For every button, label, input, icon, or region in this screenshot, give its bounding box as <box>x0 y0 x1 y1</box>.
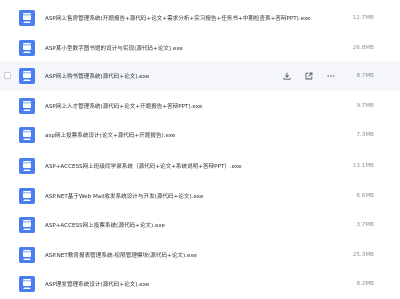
file-list: ASP网上售房管理系统(开题报告+源代码+论文+需求分析+实习报告+任务书+中期… <box>0 0 400 299</box>
windows-installer-file-icon <box>19 158 35 174</box>
windows-installer-file-icon <box>19 127 35 143</box>
share-icon[interactable] <box>305 72 313 80</box>
windows-installer-file-icon <box>19 247 35 263</box>
file-name: ASP网上售房管理系统(开题报告+源代码+论文+需求分析+实习报告+任务书+中期… <box>45 16 311 22</box>
file-size: 9.7MB <box>356 103 374 109</box>
list-item[interactable]: ASP网上购书管理系统(源代码+论文).exe 8.7MB <box>0 61 400 91</box>
file-name: ASP理发管理系统设计(源代码+论文).exe <box>45 282 150 288</box>
windows-installer-file-icon <box>19 217 35 233</box>
file-name: ASP网上购书管理系统(源代码+论文).exe <box>45 74 150 80</box>
file-name: ASP.NET教育报表管理系统-权限管理模块(源代码+论文).exe <box>45 253 197 259</box>
file-size: 3.7MB <box>356 222 374 228</box>
file-size: 25.3MB <box>352 252 374 258</box>
file-size: 8.7MB <box>356 73 374 79</box>
file-size: 6.6MB <box>356 193 374 199</box>
list-item[interactable]: ASP.NET教育报表管理系统-权限管理模块(源代码+论文).exe 25.3M… <box>0 240 400 270</box>
file-name: ASP网上人才管理系统(源代码+论文+开题报告+答辩PPT).exe <box>45 104 203 110</box>
row-actions <box>283 72 335 80</box>
windows-installer-file-icon <box>19 10 35 26</box>
windows-installer-file-icon <box>19 98 35 114</box>
file-size: 12.7MB <box>352 15 374 21</box>
list-item[interactable]: ASP网上人才管理系统(源代码+论文+开题报告+答辩PPT).exe 9.7MB <box>0 91 400 121</box>
list-item[interactable]: ASP网上售房管理系统(开题报告+源代码+论文+需求分析+实习报告+任务书+中期… <box>0 3 400 33</box>
list-item[interactable]: ASP+ACCESS网上班级同学录系统（源代码+论文+系统说明+答辩PPT）.e… <box>0 151 400 181</box>
list-item[interactable]: ASP+ACCESS网上投票系统(源代码+论文).exe 3.7MB <box>0 210 400 240</box>
file-name: ASP.NET基于Web Mail收发系统设计与开发(源代码+论文).exe <box>45 194 204 200</box>
row-checkbox[interactable] <box>4 72 11 79</box>
windows-installer-file-icon <box>19 68 35 84</box>
file-size: 26.8MB <box>352 45 374 51</box>
file-name: ASP某小型数字图书馆的设计与实现(源代码+论文).exe <box>45 46 183 52</box>
file-name: ASP+ACCESS网上投票系统(源代码+论文).exe <box>45 223 165 229</box>
file-size: 13.1MB <box>352 163 374 169</box>
more-icon[interactable] <box>327 72 335 80</box>
file-size: 8.2MB <box>356 281 374 287</box>
download-icon[interactable] <box>283 72 291 80</box>
list-item[interactable]: ASP.NET基于Web Mail收发系统设计与开发(源代码+论文).exe 6… <box>0 181 400 211</box>
list-item[interactable]: ASP理发管理系统设计(源代码+论文).exe 8.2MB <box>0 269 400 299</box>
file-name: asp网上投票系统设计(论文+源代码+开题报告).exe <box>45 133 176 139</box>
list-item[interactable]: ASP某小型数字图书馆的设计与实现(源代码+论文).exe 26.8MB <box>0 33 400 63</box>
file-size: 7.3MB <box>356 132 374 138</box>
list-item[interactable]: asp网上投票系统设计(论文+源代码+开题报告).exe 7.3MB <box>0 120 400 150</box>
file-name: ASP+ACCESS网上班级同学录系统（源代码+论文+系统说明+答辩PPT）.e… <box>45 164 242 170</box>
windows-installer-file-icon <box>19 276 35 292</box>
windows-installer-file-icon <box>19 188 35 204</box>
windows-installer-file-icon <box>19 40 35 56</box>
